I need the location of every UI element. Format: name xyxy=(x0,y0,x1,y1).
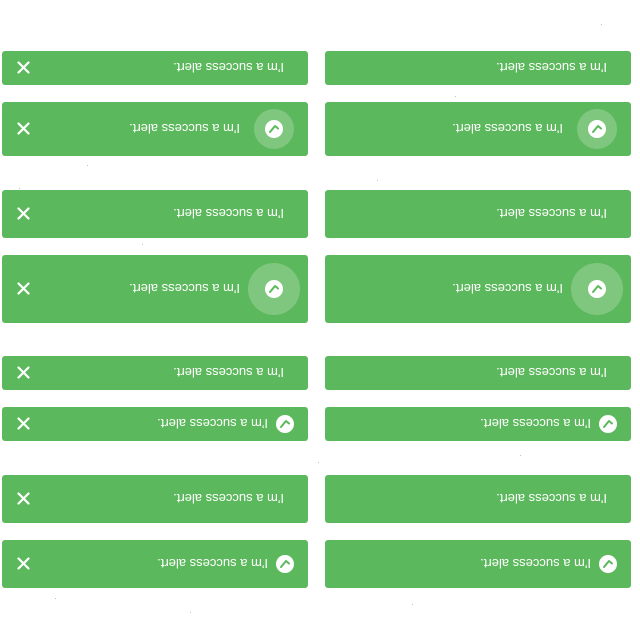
success-alert: I'm a success alert. xyxy=(325,540,631,588)
alert-message: I'm a success alert. xyxy=(480,556,591,572)
alert-message: I'm a success alert. xyxy=(157,416,268,432)
screenshot-stage: I'm a success alert. I'm a success alert… xyxy=(0,0,640,640)
check-circle-icon xyxy=(254,109,294,149)
success-alert: I'm a success alert. xyxy=(2,540,308,588)
success-alert: I'm a success alert. xyxy=(325,255,631,323)
noise-speck xyxy=(142,244,143,245)
alert-message: I'm a success alert. xyxy=(173,491,284,507)
alert-message: I'm a success alert. xyxy=(157,556,268,572)
success-alert: I'm a success alert. xyxy=(2,190,308,238)
success-alert: I'm a success alert. xyxy=(2,51,308,85)
close-icon[interactable] xyxy=(16,255,32,323)
success-alert: I'm a success alert. xyxy=(325,102,631,156)
alert-message: I'm a success alert. xyxy=(496,60,607,76)
alert-message: I'm a success alert. xyxy=(496,491,607,507)
alert-message: I'm a success alert. xyxy=(129,121,240,137)
alerts-canvas: I'm a success alert. I'm a success alert… xyxy=(0,0,640,640)
noise-speck xyxy=(87,165,88,166)
noise-speck xyxy=(377,180,378,181)
close-icon[interactable] xyxy=(16,102,32,156)
success-alert: I'm a success alert. xyxy=(325,51,631,85)
check-circle-icon xyxy=(248,263,300,315)
check-circle-icon xyxy=(276,415,294,433)
success-alert: I'm a success alert. xyxy=(325,475,631,523)
noise-speck xyxy=(520,455,521,456)
success-alert: I'm a success alert. xyxy=(325,356,631,390)
noise-speck xyxy=(318,462,319,463)
success-alert: I'm a success alert. xyxy=(2,475,308,523)
alert-message: I'm a success alert. xyxy=(496,206,607,222)
noise-speck xyxy=(412,604,413,605)
noise-speck xyxy=(55,598,56,599)
close-icon[interactable] xyxy=(16,51,32,85)
alert-message: I'm a success alert. xyxy=(480,416,591,432)
noise-speck xyxy=(455,96,456,97)
noise-speck xyxy=(190,612,191,613)
alert-message: I'm a success alert. xyxy=(129,281,240,297)
close-icon[interactable] xyxy=(16,475,32,523)
close-icon[interactable] xyxy=(16,356,32,390)
check-circle-icon xyxy=(577,109,617,149)
alert-message: I'm a success alert. xyxy=(173,206,284,222)
success-alert: I'm a success alert. xyxy=(325,407,631,441)
close-icon[interactable] xyxy=(16,407,32,441)
alert-message: I'm a success alert. xyxy=(173,60,284,76)
alert-message: I'm a success alert. xyxy=(496,365,607,381)
noise-speck xyxy=(260,318,261,319)
success-alert: I'm a success alert. xyxy=(325,190,631,238)
noise-speck xyxy=(601,24,602,25)
success-alert: I'm a success alert. xyxy=(2,255,308,323)
success-alert: I'm a success alert. xyxy=(2,407,308,441)
check-circle-icon xyxy=(599,555,617,573)
close-icon[interactable] xyxy=(16,190,32,238)
check-circle-icon xyxy=(599,415,617,433)
alert-message: I'm a success alert. xyxy=(173,365,284,381)
success-alert: I'm a success alert. xyxy=(2,102,308,156)
check-circle-icon xyxy=(571,263,623,315)
close-icon[interactable] xyxy=(16,540,32,588)
alert-message: I'm a success alert. xyxy=(452,121,563,137)
check-circle-icon xyxy=(276,555,294,573)
alert-message: I'm a success alert. xyxy=(452,281,563,297)
success-alert: I'm a success alert. xyxy=(2,356,308,390)
noise-speck xyxy=(19,188,20,189)
